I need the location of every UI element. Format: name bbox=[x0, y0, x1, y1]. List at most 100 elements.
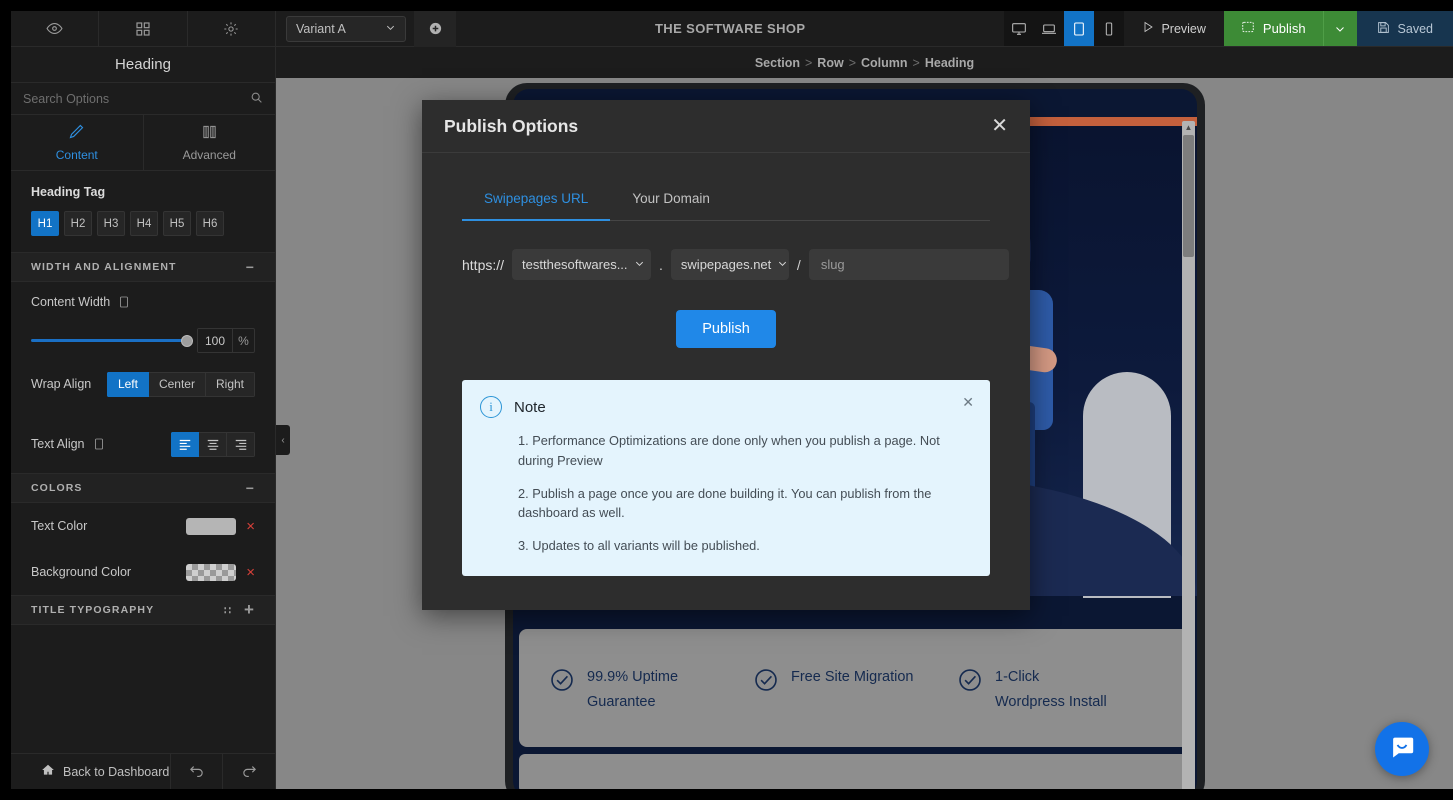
note-close-icon[interactable]: ✕ bbox=[962, 394, 974, 411]
url-protocol: https:// bbox=[462, 256, 505, 273]
subdomain-select[interactable]: testthesoftwares... bbox=[512, 249, 652, 280]
heading-tag-h6[interactable]: H6 bbox=[196, 211, 224, 236]
content-width-slider[interactable] bbox=[31, 334, 193, 347]
add-variant-button[interactable] bbox=[414, 10, 456, 47]
wrap-align-row: Wrap Align Left Center Right bbox=[11, 353, 275, 415]
search-input[interactable] bbox=[23, 91, 250, 106]
app-root: Heading Content bbox=[0, 0, 1453, 800]
gear-icon[interactable] bbox=[188, 11, 275, 46]
device-tablet-button[interactable] bbox=[1064, 11, 1095, 46]
wrap-align-label: Wrap Align bbox=[31, 377, 92, 391]
align-right-icon[interactable] bbox=[227, 431, 255, 457]
chat-bubble-icon bbox=[1388, 733, 1416, 766]
breadcrumb-item-heading[interactable]: Heading bbox=[925, 56, 974, 70]
topbar-left: Variant A bbox=[276, 10, 456, 47]
text-color-row: Text Color × bbox=[11, 503, 275, 549]
sidebar-footer: Back to Dashboard bbox=[11, 753, 275, 789]
add-icon[interactable]: + bbox=[244, 600, 255, 620]
heading-tag-h3[interactable]: H3 bbox=[97, 211, 125, 236]
breadcrumb-separator-1: > bbox=[804, 55, 813, 70]
scroll-up-arrow[interactable]: ▲ bbox=[1182, 121, 1195, 134]
publish-dropdown-button[interactable] bbox=[1322, 11, 1357, 46]
slider-knob[interactable] bbox=[181, 334, 193, 347]
publish-action-row: Publish bbox=[422, 280, 1030, 348]
check-circle-icon bbox=[549, 667, 575, 698]
wrap-align-left[interactable]: Left bbox=[106, 371, 149, 397]
feature-label: 1-Click Wordpress Install bbox=[995, 669, 1107, 710]
device-switcher bbox=[1004, 11, 1125, 46]
heading-tag-h4[interactable]: H4 bbox=[130, 211, 158, 236]
eye-icon[interactable] bbox=[11, 11, 100, 46]
breadcrumb-item-row[interactable]: Row bbox=[817, 56, 843, 70]
clear-background-color-icon[interactable]: × bbox=[246, 564, 255, 581]
preview-button[interactable]: Preview bbox=[1124, 11, 1224, 46]
intercom-launcher[interactable] bbox=[1375, 722, 1429, 776]
tab-your-domain[interactable]: Your Domain bbox=[610, 181, 732, 221]
breadcrumb: Section > Row > Column > Heading bbox=[276, 47, 1453, 78]
wrap-align-center[interactable]: Center bbox=[148, 371, 206, 397]
tablet-device-icon-2[interactable] bbox=[93, 437, 105, 451]
text-color-swatch[interactable] bbox=[186, 517, 237, 535]
collapse-icon[interactable]: − bbox=[246, 259, 255, 275]
heading-tag-h1[interactable]: H1 bbox=[31, 211, 59, 236]
features-row: 99.9% Uptime Guarantee Free Site Migrati… bbox=[519, 629, 1191, 747]
publish-button[interactable]: Publish bbox=[1223, 11, 1323, 46]
home-icon bbox=[41, 763, 55, 780]
back-to-dashboard-label: Back to Dashboard bbox=[63, 764, 170, 779]
variant-selector[interactable]: Variant A bbox=[286, 15, 406, 42]
align-left-icon[interactable] bbox=[171, 431, 199, 457]
feature-item: 99.9% Uptime Guarantee bbox=[549, 665, 753, 714]
device-desktop-button[interactable] bbox=[1004, 11, 1034, 46]
breadcrumb-item-section[interactable]: Section bbox=[755, 56, 800, 70]
collapse-icon-colors[interactable]: − bbox=[246, 480, 255, 496]
redo-icon[interactable] bbox=[223, 754, 275, 789]
sidebar-collapse-handle[interactable]: ‹ bbox=[276, 425, 290, 455]
device-mobile-button[interactable] bbox=[1094, 11, 1124, 46]
drag-handle-icon[interactable]: ∷ bbox=[224, 604, 232, 617]
dialog-publish-button[interactable]: Publish bbox=[676, 310, 776, 348]
heading-tag-h2[interactable]: H2 bbox=[64, 211, 92, 236]
heading-tag-h5[interactable]: H5 bbox=[163, 211, 191, 236]
note-panel: i Note ✕ 1. Performance Optimizations ar… bbox=[462, 380, 990, 577]
section-title-title-typography: TITLE TYPOGRAPHY bbox=[31, 604, 155, 616]
feature-item: Free Site Migration bbox=[753, 665, 957, 698]
tab-swipepages-url[interactable]: Swipepages URL bbox=[462, 181, 611, 221]
variant-selector-value: Variant A bbox=[296, 21, 346, 36]
device-laptop-button[interactable] bbox=[1034, 11, 1064, 46]
background-color-label: Background Color bbox=[31, 565, 132, 579]
section-header-colors[interactable]: COLORS − bbox=[11, 473, 275, 503]
text-align-row: Text Align bbox=[11, 415, 275, 473]
heading-tag-section: Heading Tag bbox=[11, 171, 275, 203]
note-item: 2. Publish a page once you are done buil… bbox=[518, 485, 932, 521]
breadcrumb-item-column[interactable]: Column bbox=[861, 56, 908, 70]
url-dot: . bbox=[659, 256, 663, 273]
content-width-value[interactable]: 100 bbox=[198, 329, 232, 352]
undo-icon[interactable] bbox=[171, 754, 223, 789]
wrap-align-right[interactable]: Right bbox=[205, 371, 255, 397]
section-header-title-typography[interactable]: TITLE TYPOGRAPHY ∷ + bbox=[11, 595, 275, 625]
background-color-swatch[interactable] bbox=[186, 563, 237, 581]
content-width-label: Content Width bbox=[31, 295, 111, 309]
slug-input[interactable] bbox=[808, 249, 1009, 280]
domain-select[interactable]: swipepages.net bbox=[670, 249, 789, 280]
section-header-width-alignment[interactable]: WIDTH AND ALIGNMENT − bbox=[11, 252, 275, 282]
align-center-icon[interactable] bbox=[199, 431, 227, 457]
dialog-title: Publish Options bbox=[444, 115, 579, 136]
content-width-unit[interactable]: % bbox=[232, 329, 254, 352]
sidebar-options-scroll: Heading Tag H1 H2 H3 H4 H5 H6 WIDTH AND … bbox=[11, 171, 275, 753]
dialog-header: Publish Options ✕ bbox=[422, 100, 1030, 153]
back-to-dashboard-button[interactable]: Back to Dashboard bbox=[11, 754, 171, 789]
tablet-device-icon[interactable] bbox=[118, 295, 130, 309]
grid-icon[interactable] bbox=[99, 11, 188, 46]
scrollbar-thumb[interactable] bbox=[1183, 135, 1194, 257]
tab-content[interactable]: Content bbox=[11, 115, 144, 170]
publish-label: Publish bbox=[1262, 21, 1306, 36]
preview-scrollbar[interactable]: ▲ bbox=[1182, 121, 1195, 789]
page-title: THE SOFTWARE SHOP bbox=[654, 21, 806, 36]
saved-label: Saved bbox=[1397, 21, 1433, 36]
clear-text-color-icon[interactable]: × bbox=[246, 518, 255, 535]
note-title: Note bbox=[514, 398, 546, 416]
tab-advanced[interactable]: Advanced bbox=[144, 115, 276, 170]
close-icon[interactable]: ✕ bbox=[991, 116, 1008, 136]
saved-button[interactable]: Saved bbox=[1356, 11, 1453, 46]
